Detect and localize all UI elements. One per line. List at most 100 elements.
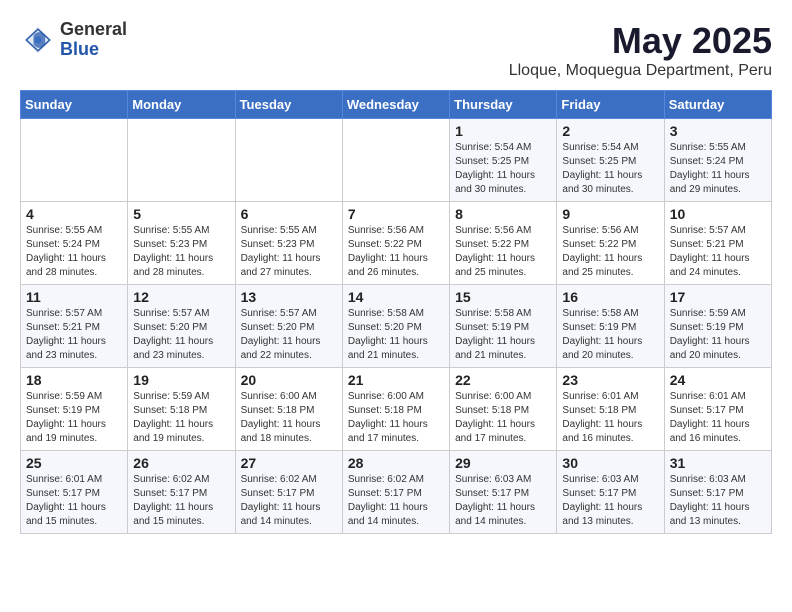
day-info: Sunrise: 5:56 AM Sunset: 5:22 PM Dayligh… (348, 224, 444, 280)
weekday-header: Monday (128, 91, 235, 119)
calendar-cell: 2 Sunrise: 5:54 AM Sunset: 5:25 PM Daylig… (557, 119, 664, 202)
day-info: Sunrise: 6:02 AM Sunset: 5:17 PM Dayligh… (133, 473, 229, 529)
calendar-week: 25Sunrise: 6:01 AM Sunset: 5:17 PM Dayli… (21, 451, 772, 534)
day-number: 15 (455, 289, 551, 305)
logo-icon (20, 22, 56, 58)
day-number: 3 (670, 123, 766, 139)
month-title: May 2025 (509, 20, 772, 62)
day-info: Sunrise: 6:02 AM Sunset: 5:17 PM Dayligh… (241, 473, 337, 529)
day-info: Sunrise: 5:55 AM Sunset: 5:23 PM Dayligh… (241, 224, 337, 280)
day-number: 6 (241, 206, 337, 222)
calendar-cell: 24 Sunrise: 6:01 AM Sunset: 5:17 PM Dayli… (664, 368, 771, 451)
calendar-cell: 25Sunrise: 6:01 AM Sunset: 5:17 PM Dayli… (21, 451, 128, 534)
day-number: 16 (562, 289, 658, 305)
day-number: 30 (562, 455, 658, 471)
weekday-row: SundayMondayTuesdayWednesdayThursdayFrid… (21, 91, 772, 119)
day-number: 23 (562, 372, 658, 388)
calendar-week: 1 Sunrise: 5:54 AM Sunset: 5:25 PM Daylig… (21, 119, 772, 202)
day-info: Sunrise: 5:57 AM Sunset: 5:21 PM Dayligh… (670, 224, 766, 280)
day-info: Sunrise: 5:54 AM Sunset: 5:25 PM Dayligh… (562, 141, 658, 197)
calendar-cell: 30 Sunrise: 6:03 AM Sunset: 5:17 PM Dayli… (557, 451, 664, 534)
page-header: General Blue May 2025 Lloque, Moquegua D… (20, 20, 772, 80)
calendar-cell: 7 Sunrise: 5:56 AM Sunset: 5:22 PM Daylig… (342, 202, 449, 285)
calendar-cell: 11 Sunrise: 5:57 AM Sunset: 5:21 PM Dayli… (21, 285, 128, 368)
logo-general: General (60, 20, 127, 40)
day-info: Sunrise: 5:57 AM Sunset: 5:20 PM Dayligh… (133, 307, 229, 363)
calendar-cell: 10Sunrise: 5:57 AM Sunset: 5:21 PM Dayli… (664, 202, 771, 285)
calendar-cell: 31 Sunrise: 6:03 AM Sunset: 5:17 PM Dayli… (664, 451, 771, 534)
day-info: Sunrise: 5:55 AM Sunset: 5:24 PM Dayligh… (26, 224, 122, 280)
day-number: 14 (348, 289, 444, 305)
calendar-cell: 16Sunrise: 5:58 AM Sunset: 5:19 PM Dayli… (557, 285, 664, 368)
day-number: 31 (670, 455, 766, 471)
day-info: Sunrise: 5:54 AM Sunset: 5:25 PM Dayligh… (455, 141, 551, 197)
calendar-cell: 17 Sunrise: 5:59 AM Sunset: 5:19 PM Dayli… (664, 285, 771, 368)
day-info: Sunrise: 5:59 AM Sunset: 5:19 PM Dayligh… (26, 390, 122, 446)
day-info: Sunrise: 6:01 AM Sunset: 5:18 PM Dayligh… (562, 390, 658, 446)
day-info: Sunrise: 6:00 AM Sunset: 5:18 PM Dayligh… (348, 390, 444, 446)
calendar-body: 1 Sunrise: 5:54 AM Sunset: 5:25 PM Daylig… (21, 119, 772, 534)
day-number: 20 (241, 372, 337, 388)
day-number: 17 (670, 289, 766, 305)
day-number: 11 (26, 289, 122, 305)
weekday-header: Friday (557, 91, 664, 119)
day-number: 25 (26, 455, 122, 471)
calendar-cell (235, 119, 342, 202)
calendar-cell: 18Sunrise: 5:59 AM Sunset: 5:19 PM Dayli… (21, 368, 128, 451)
calendar-cell: 26 Sunrise: 6:02 AM Sunset: 5:17 PM Dayli… (128, 451, 235, 534)
calendar-cell: 13 Sunrise: 5:57 AM Sunset: 5:20 PM Dayli… (235, 285, 342, 368)
calendar-cell: 1 Sunrise: 5:54 AM Sunset: 5:25 PM Daylig… (450, 119, 557, 202)
day-info: Sunrise: 6:00 AM Sunset: 5:18 PM Dayligh… (455, 390, 551, 446)
day-number: 7 (348, 206, 444, 222)
calendar-cell: 20 Sunrise: 6:00 AM Sunset: 5:18 PM Dayli… (235, 368, 342, 451)
day-number: 21 (348, 372, 444, 388)
calendar-cell: 3 Sunrise: 5:55 AM Sunset: 5:24 PM Daylig… (664, 119, 771, 202)
day-info: Sunrise: 5:59 AM Sunset: 5:19 PM Dayligh… (670, 307, 766, 363)
day-number: 22 (455, 372, 551, 388)
day-number: 5 (133, 206, 229, 222)
day-info: Sunrise: 6:01 AM Sunset: 5:17 PM Dayligh… (670, 390, 766, 446)
weekday-header: Sunday (21, 91, 128, 119)
day-number: 13 (241, 289, 337, 305)
calendar-cell (21, 119, 128, 202)
calendar-cell (342, 119, 449, 202)
day-number: 8 (455, 206, 551, 222)
day-number: 2 (562, 123, 658, 139)
calendar-cell: 5 Sunrise: 5:55 AM Sunset: 5:23 PM Daylig… (128, 202, 235, 285)
logo: General Blue (20, 20, 127, 60)
calendar-cell: 15 Sunrise: 5:58 AM Sunset: 5:19 PM Dayli… (450, 285, 557, 368)
day-number: 28 (348, 455, 444, 471)
logo-text: General Blue (60, 20, 127, 60)
day-number: 24 (670, 372, 766, 388)
day-info: Sunrise: 6:03 AM Sunset: 5:17 PM Dayligh… (562, 473, 658, 529)
calendar-week: 18Sunrise: 5:59 AM Sunset: 5:19 PM Dayli… (21, 368, 772, 451)
calendar-cell: 27 Sunrise: 6:02 AM Sunset: 5:17 PM Dayli… (235, 451, 342, 534)
calendar-cell: 29Sunrise: 6:03 AM Sunset: 5:17 PM Dayli… (450, 451, 557, 534)
calendar-cell: 9Sunrise: 5:56 AM Sunset: 5:22 PM Daylig… (557, 202, 664, 285)
day-info: Sunrise: 6:02 AM Sunset: 5:17 PM Dayligh… (348, 473, 444, 529)
calendar-cell: 28 Sunrise: 6:02 AM Sunset: 5:17 PM Dayli… (342, 451, 449, 534)
day-number: 27 (241, 455, 337, 471)
weekday-header: Wednesday (342, 91, 449, 119)
calendar-header: SundayMondayTuesdayWednesdayThursdayFrid… (21, 91, 772, 119)
calendar-cell: 14 Sunrise: 5:58 AM Sunset: 5:20 PM Dayli… (342, 285, 449, 368)
title-block: May 2025 Lloque, Moquegua Department, Pe… (509, 20, 772, 80)
day-info: Sunrise: 5:57 AM Sunset: 5:21 PM Dayligh… (26, 307, 122, 363)
day-info: Sunrise: 6:03 AM Sunset: 5:17 PM Dayligh… (670, 473, 766, 529)
calendar-cell: 12Sunrise: 5:57 AM Sunset: 5:20 PM Dayli… (128, 285, 235, 368)
logo-blue: Blue (60, 40, 127, 60)
day-info: Sunrise: 5:57 AM Sunset: 5:20 PM Dayligh… (241, 307, 337, 363)
day-info: Sunrise: 5:56 AM Sunset: 5:22 PM Dayligh… (455, 224, 551, 280)
day-info: Sunrise: 6:00 AM Sunset: 5:18 PM Dayligh… (241, 390, 337, 446)
calendar-cell: 21 Sunrise: 6:00 AM Sunset: 5:18 PM Dayli… (342, 368, 449, 451)
day-info: Sunrise: 5:55 AM Sunset: 5:23 PM Dayligh… (133, 224, 229, 280)
day-number: 1 (455, 123, 551, 139)
calendar-cell: 22 Sunrise: 6:00 AM Sunset: 5:18 PM Dayli… (450, 368, 557, 451)
calendar-cell: 8 Sunrise: 5:56 AM Sunset: 5:22 PM Daylig… (450, 202, 557, 285)
day-number: 26 (133, 455, 229, 471)
day-info: Sunrise: 5:55 AM Sunset: 5:24 PM Dayligh… (670, 141, 766, 197)
weekday-header: Thursday (450, 91, 557, 119)
day-info: Sunrise: 5:58 AM Sunset: 5:20 PM Dayligh… (348, 307, 444, 363)
day-info: Sunrise: 5:58 AM Sunset: 5:19 PM Dayligh… (455, 307, 551, 363)
location-title: Lloque, Moquegua Department, Peru (509, 62, 772, 80)
